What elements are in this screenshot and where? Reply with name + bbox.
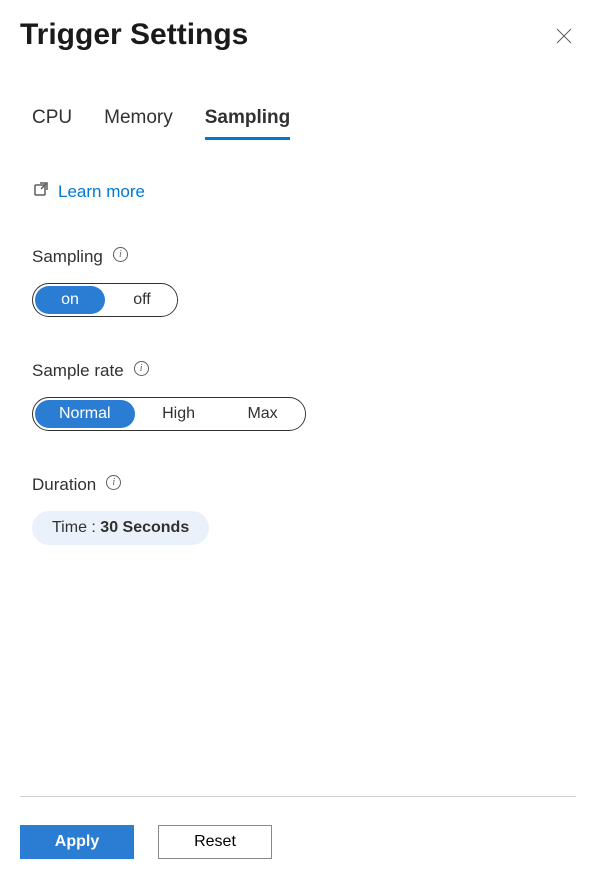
page-title: Trigger Settings (20, 18, 248, 52)
sample-rate-option-high[interactable]: High (137, 400, 221, 428)
info-icon[interactable]: i (134, 361, 149, 376)
sampling-label: Sampling (32, 247, 103, 267)
apply-button[interactable]: Apply (20, 825, 134, 859)
footer-divider (20, 796, 576, 797)
duration-value: 30 Seconds (100, 519, 189, 536)
duration-label: Duration (32, 475, 96, 495)
tab-sampling[interactable]: Sampling (205, 107, 291, 140)
info-icon[interactable]: i (106, 475, 121, 490)
reset-button[interactable]: Reset (158, 825, 272, 859)
external-link-icon (32, 180, 50, 203)
duration-time-label: Time : (52, 519, 100, 536)
info-icon[interactable]: i (113, 247, 128, 262)
learn-more-link[interactable]: Learn more (58, 182, 145, 202)
sample-rate-option-normal[interactable]: Normal (35, 400, 135, 428)
tab-cpu[interactable]: CPU (32, 107, 72, 140)
sampling-toggle: on off (32, 283, 178, 317)
sampling-option-on[interactable]: on (35, 286, 105, 314)
sampling-option-off[interactable]: off (107, 286, 177, 314)
sample-rate-option-max[interactable]: Max (221, 400, 305, 428)
tab-bar: CPU Memory Sampling (20, 107, 576, 140)
duration-selector[interactable]: Time : 30 Seconds (32, 511, 209, 545)
sample-rate-label: Sample rate (32, 361, 124, 381)
tab-memory[interactable]: Memory (104, 107, 173, 140)
close-button[interactable] (552, 24, 576, 53)
sample-rate-toggle: Normal High Max (32, 397, 306, 431)
close-icon (556, 31, 572, 48)
